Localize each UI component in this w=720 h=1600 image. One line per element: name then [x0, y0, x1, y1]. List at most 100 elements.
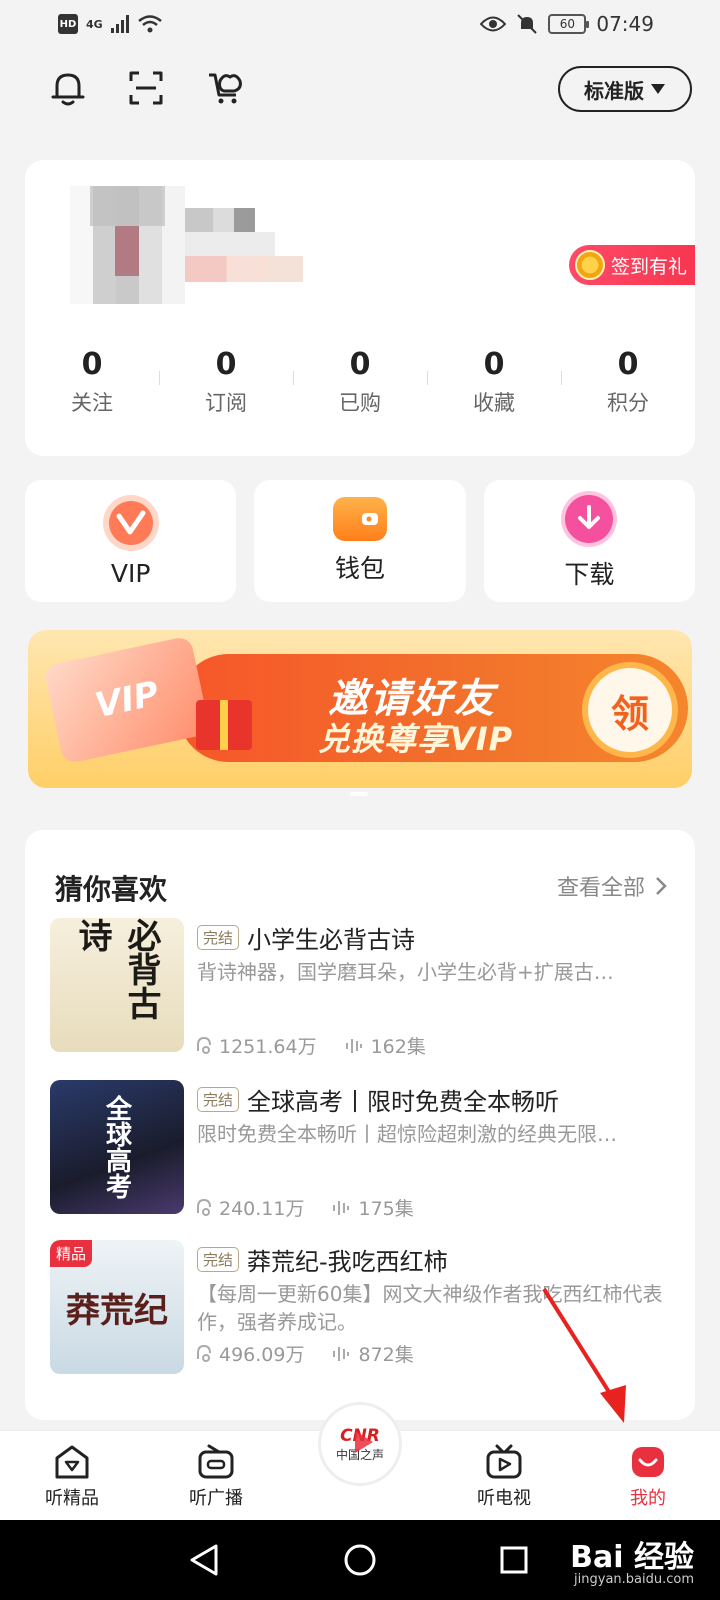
signal-icon [110, 15, 129, 33]
edition-label: 标准版 [584, 80, 644, 103]
notification-bell-icon[interactable] [46, 66, 90, 110]
episode-count: 872集 [332, 1340, 414, 1367]
nav-tab-premium[interactable]: 听精品 [0, 1431, 144, 1520]
status-badge: 完结 [197, 1086, 240, 1112]
banner-body: 邀请好友 兑换尊享VIP 领 [178, 654, 688, 762]
list-item[interactable]: 全球高考 完结 全球高考丨限时免费全本畅听 限时免费全本畅听丨超惊险超刺激的经典… [50, 1080, 670, 1220]
book-info: 完结 全球高考丨限时免费全本畅听 限时免费全本畅听丨超惊险超刺激的经典无限… 2… [197, 1080, 672, 1221]
stat-label: 已购 [339, 391, 381, 415]
episode-count: 162集 [345, 1032, 426, 1059]
nav-tab-tv[interactable]: 听电视 [432, 1431, 576, 1520]
banner-claim-button[interactable]: 领 [582, 662, 678, 758]
edition-switch-button[interactable]: 标准版 [558, 66, 692, 112]
waveform-icon [333, 1200, 350, 1215]
book-cover: 全球高考 [50, 1080, 184, 1214]
list-item[interactable]: 必背古诗 完结 小学生必背古诗 背诗神器，国学磨耳朵，小学生必背+扩展古… 12… [50, 918, 670, 1058]
mute-bell-icon [517, 14, 538, 34]
home-shield-icon [55, 1445, 89, 1479]
list-item[interactable]: 莽荒纪 精品 完结 莽荒纪-我吃西红柿 【每周一更新60集】网文大神级作者我吃西… [50, 1240, 670, 1380]
wifi-icon [137, 15, 162, 33]
stat-purchased[interactable]: 0 已购 [293, 345, 427, 421]
scan-icon[interactable] [124, 66, 168, 110]
stat-favorites[interactable]: 0 收藏 [427, 345, 561, 421]
skin-shop-icon[interactable] [204, 66, 248, 110]
view-all-link[interactable]: 查看全部 [557, 870, 667, 902]
play-count-value: 496.09万 [219, 1344, 305, 1366]
battery-indicator: 60 [548, 14, 590, 34]
download-icon [561, 491, 618, 547]
nav-label: 听精品 [45, 1488, 99, 1509]
recommend-heading: 猜你喜欢 [55, 873, 168, 906]
caret-down-icon [651, 84, 665, 94]
status-left: HD 4G [58, 14, 163, 34]
book-meta: 496.09万 872集 [197, 1340, 672, 1367]
nav-tab-radio[interactable]: 听广播 [144, 1431, 288, 1520]
checkin-button[interactable]: 签到有礼 [569, 245, 695, 285]
avatar[interactable] [70, 186, 185, 304]
profile-card: 签到有礼 0 关注 0 订阅 0 已购 0 收藏 0 积分 [25, 160, 695, 456]
stat-value: 0 [81, 347, 103, 382]
checkin-label: 签到有礼 [611, 255, 688, 278]
tile-download[interactable]: 下载 [483, 480, 695, 602]
episode-count-value: 175集 [358, 1198, 414, 1220]
stat-value: 0 [483, 347, 505, 382]
recommend-card: 猜你喜欢 查看全部 必背古诗 完结 小学生必背古诗 背诗神器，国学磨耳朵，小学生… [25, 830, 695, 1420]
stat-points[interactable]: 0 积分 [561, 345, 695, 421]
stat-label: 积分 [607, 391, 649, 415]
book-title-row: 完结 小学生必背古诗 [197, 918, 672, 956]
waveform-icon [333, 1346, 350, 1361]
stats-row: 0 关注 0 订阅 0 已购 0 收藏 0 积分 [25, 345, 695, 421]
chevron-right-icon [656, 877, 667, 895]
waveform-icon [345, 1038, 362, 1053]
episode-count-value: 872集 [358, 1344, 414, 1366]
watermark-logo: Bai 经验 [570, 1540, 694, 1575]
home-circle-icon[interactable] [340, 1540, 380, 1580]
tile-label: 下载 [564, 560, 615, 589]
stat-value: 0 [215, 347, 237, 382]
book-title-row: 完结 全球高考丨限时免费全本畅听 [197, 1080, 672, 1118]
gift-box-icon [196, 700, 252, 750]
eye-icon [480, 16, 507, 32]
book-title: 小学生必背古诗 [247, 925, 416, 954]
play-count: 240.11万 [197, 1194, 304, 1221]
tile-wallet[interactable]: 钱包 [254, 480, 466, 602]
status-badge: 完结 [197, 924, 240, 950]
book-cover: 必背古诗 [50, 918, 184, 1052]
nav-center-cnr-button[interactable]: CNR 中国之声 [318, 1402, 402, 1486]
wallet-icon [332, 497, 387, 541]
cover-title: 莽荒纪 [66, 1290, 168, 1331]
nav-label: 我的 [630, 1488, 666, 1509]
book-title: 莽荒纪-我吃西红柿 [247, 1247, 448, 1276]
cover-title: 全球高考 [101, 1095, 132, 1199]
clock: 07:49 [596, 12, 654, 36]
book-info: 完结 小学生必背古诗 背诗神器，国学磨耳朵，小学生必背+扩展古… 1251.64… [197, 918, 672, 1059]
stat-follow[interactable]: 0 关注 [25, 345, 159, 421]
invite-banner[interactable]: 邀请好友 兑换尊享VIP 领 VIP [28, 630, 692, 788]
book-meta: 240.11万 175集 [197, 1194, 672, 1221]
nav-label: 听广播 [189, 1488, 243, 1509]
book-title-row: 完结 莽荒纪-我吃西红柿 [197, 1240, 672, 1278]
recents-square-icon[interactable] [494, 1540, 534, 1580]
tile-vip[interactable]: VIP [25, 480, 237, 602]
cover-title: 必背古诗 [72, 918, 161, 1020]
tile-label: 钱包 [334, 554, 385, 583]
headphone-icon [197, 1036, 211, 1054]
nickname-blurred-mid [185, 232, 275, 256]
user-level-blurred [185, 256, 303, 282]
back-icon[interactable] [184, 1540, 224, 1580]
stat-subscribe[interactable]: 0 订阅 [159, 345, 293, 421]
stat-label: 订阅 [205, 391, 247, 415]
nickname-blurred[interactable] [185, 208, 255, 234]
play-count-value: 240.11万 [219, 1198, 305, 1220]
book-title: 全球高考丨限时免费全本畅听 [247, 1087, 560, 1116]
play-count: 1251.64万 [197, 1032, 317, 1059]
episode-count: 175集 [332, 1194, 414, 1221]
stat-value: 0 [349, 347, 371, 382]
system-nav-bar: Bai 经验 jingyan.baidu.com [0, 1520, 720, 1600]
nav-tab-mine[interactable]: 我的 [576, 1431, 720, 1520]
top-toolbar: 标准版 [0, 66, 720, 114]
book-desc: 限时免费全本畅听丨超惊险超刺激的经典无限… [197, 1122, 617, 1146]
radio-icon [198, 1444, 234, 1479]
stat-label: 关注 [71, 391, 113, 415]
network-type: 4G [86, 17, 103, 31]
